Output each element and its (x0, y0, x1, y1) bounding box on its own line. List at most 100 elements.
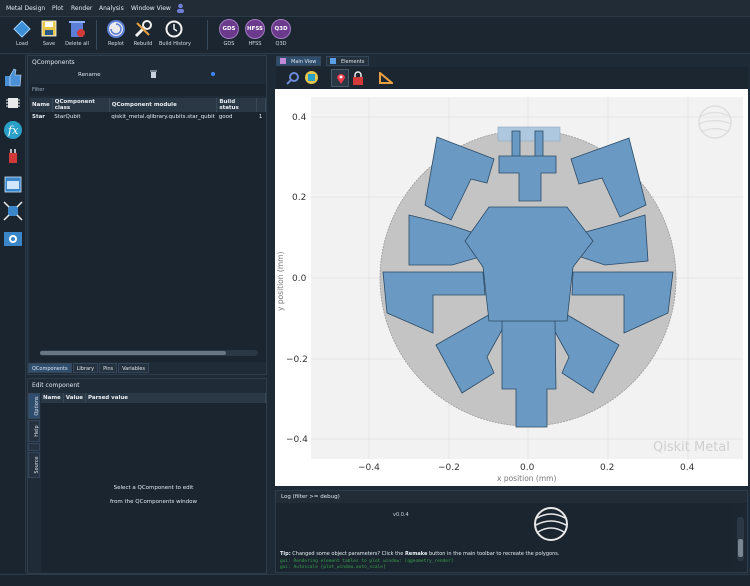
edit-message-line1: Select a QComponent to edit (113, 485, 194, 491)
save-icon (41, 20, 57, 37)
edit-table: Name Value Parsed value (41, 393, 267, 403)
menu-metal-design[interactable]: Metal Design (6, 5, 45, 12)
log-line: gui: Rendering element tables to plot wi… (280, 559, 454, 564)
qcomponents-table-area: Name QComponent class QComponent module … (30, 98, 266, 362)
menu-window-view[interactable]: Window View (131, 5, 171, 12)
filter-input[interactable]: Filter (30, 84, 266, 96)
pin-toggle[interactable] (331, 69, 349, 87)
ruler-icon[interactable] (379, 72, 393, 84)
replot-button[interactable]: Replot (101, 19, 131, 47)
log-header: Log (filter >= debug) (276, 491, 747, 503)
col-name[interactable]: Name (30, 98, 53, 112)
calendar-icon[interactable] (3, 174, 23, 194)
history-icon (165, 20, 183, 38)
tab-qcomponents[interactable]: QComponents (28, 363, 72, 373)
x-tick-label: −0.2 (438, 463, 460, 473)
y-tick-label: 0.2 (292, 193, 306, 203)
side-tab-blank[interactable] (28, 443, 40, 451)
col-class[interactable]: QComponent class (52, 98, 110, 112)
x-tick-label: −0.4 (358, 463, 380, 473)
table-row[interactable]: Star StarQubit qiskit_metal.qlibrary.qub… (30, 112, 266, 122)
dot-icon (211, 72, 215, 76)
chip-icon[interactable] (3, 93, 23, 113)
tab-variables[interactable]: Variables (118, 363, 149, 373)
x-axis-label: x position (mm) (497, 474, 556, 483)
edit-component-title: Edit component (32, 382, 80, 389)
scrollbar-thumb[interactable] (40, 351, 226, 355)
x-tick-label: 0.4 (680, 463, 695, 473)
y-tick-label: 0.4 (292, 113, 307, 123)
log-scrollbar-thumb[interactable] (738, 539, 743, 557)
qcomponents-panel: QComponents Rename Filter Name QComponen… (27, 55, 267, 375)
main-toolbar: Load Save Delete all Replot Rebuild Buil… (0, 17, 750, 54)
menu-plot[interactable]: Plot (52, 5, 63, 12)
tab-pins[interactable]: Pins (99, 363, 118, 373)
col-edit-parsed[interactable]: Parsed value (85, 393, 267, 403)
thumbs-up-icon[interactable] (3, 67, 23, 87)
user-icon[interactable] (176, 3, 185, 13)
trash-icon[interactable] (150, 70, 157, 78)
menu-analysis[interactable]: Analysis (99, 5, 124, 12)
svg-text:fx: fx (7, 124, 19, 137)
side-tab-help[interactable]: Help (28, 420, 40, 442)
edit-message-line2: from the QComponents window (109, 499, 198, 505)
side-tab-source[interactable]: Source (28, 452, 40, 478)
menu-render[interactable]: Render (71, 5, 92, 12)
y-axis-label: y position (mm) (276, 252, 285, 311)
q3d-renderer-button[interactable]: Q3D Q3D (266, 19, 296, 47)
col-module[interactable]: QComponent module (109, 98, 218, 112)
fullscreen-icon[interactable] (3, 201, 23, 221)
rebuild-icon (134, 20, 152, 38)
horizontal-scrollbar[interactable] (40, 350, 258, 356)
log-scrollbar[interactable] (737, 517, 744, 561)
hfss-icon: HFSS (245, 19, 265, 39)
col-extra[interactable] (256, 98, 266, 112)
log-panel: Log (filter >= debug) v0.0.4 Tip: Change… (275, 490, 748, 573)
tip-line: Tip: Changed some object parameters? Cli… (280, 551, 560, 557)
menu-bar: Metal Design Plot Render Analysis Window… (0, 0, 750, 17)
y-tick-label: −0.2 (286, 355, 308, 365)
log-title: Log (filter >= debug) (281, 494, 340, 500)
elements-icon (330, 58, 336, 64)
x-tick-label: 0.0 (520, 463, 535, 473)
save-button[interactable]: Save (34, 19, 64, 47)
qcomponents-table: Name QComponent class QComponent module … (30, 98, 266, 122)
plot-canvas[interactable]: −0.4 −0.2 0.0 0.2 0.4 0.4 0.2 0.0 −0.2 −… (275, 89, 748, 486)
tab-library[interactable]: Library (72, 363, 99, 373)
left-tool-strip: fx (0, 55, 26, 573)
main-view-icon (280, 58, 286, 64)
qcomponents-title: QComponents (32, 59, 75, 66)
coupler-pad (497, 126, 561, 142)
gds-icon: GDS (219, 19, 239, 39)
y-tick-label: 0.0 (292, 274, 307, 284)
status-bar (0, 574, 750, 586)
q3d-icon: Q3D (271, 19, 291, 39)
lock-icon[interactable] (352, 71, 364, 85)
y-tick-label: −0.4 (286, 435, 308, 445)
edit-component-panel: Edit component Options Help Source Name … (27, 378, 267, 574)
delete-all-button[interactable]: Delete all (62, 19, 92, 47)
col-edit-value[interactable]: Value (63, 393, 86, 403)
load-icon (13, 20, 31, 38)
qubit-plot: −0.4 −0.2 0.0 0.2 0.4 0.4 0.2 0.0 −0.2 −… (275, 89, 748, 486)
target-icon[interactable] (304, 70, 319, 85)
log-text-area[interactable]: v0.0.4 Tip: Changed some object paramete… (278, 504, 733, 572)
qcomponents-tabs: QComponents Library Pins Variables (28, 363, 150, 373)
watermark-text: Qiskit Metal (653, 440, 730, 455)
location-pin-icon (337, 74, 345, 84)
delete-all-icon (69, 21, 85, 37)
side-tab-options[interactable]: Options (28, 393, 40, 419)
col-edit-name[interactable]: Name (41, 393, 64, 403)
rebuild-button[interactable]: Rebuild (128, 19, 158, 47)
x-tick-label: 0.2 (600, 463, 614, 473)
camera-icon[interactable] (3, 228, 23, 248)
rename-button[interactable]: Rename (78, 72, 101, 78)
zoom-icon[interactable] (286, 71, 300, 85)
function-icon[interactable]: fx (3, 120, 23, 140)
load-button[interactable]: Load (7, 19, 37, 47)
plot-toolbar (276, 67, 748, 89)
version-label: v0.0.4 (393, 512, 409, 518)
build-history-button[interactable]: Build History (159, 19, 191, 47)
col-status[interactable]: Build status (216, 98, 258, 112)
plug-icon[interactable] (3, 147, 23, 167)
